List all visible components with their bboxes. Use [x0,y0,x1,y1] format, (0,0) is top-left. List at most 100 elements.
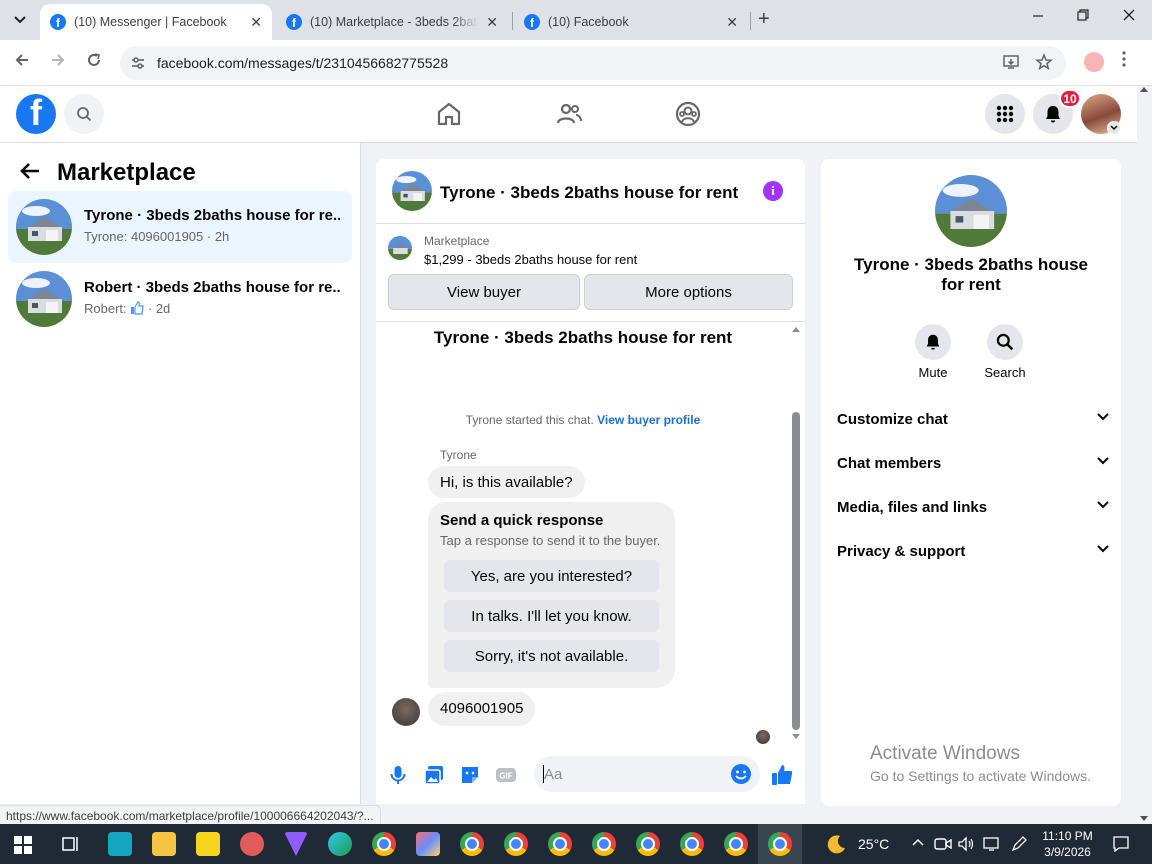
quick-response-not-available-button[interactable]: Sorry, it's not available. [444,640,659,672]
quick-response-card: Send a quick response Tap a response to … [428,502,675,688]
listing-avatar[interactable] [935,175,1007,247]
speaker-icon[interactable] [957,836,975,852]
sticker-icon[interactable] [458,763,482,787]
browser-profile-avatar[interactable] [1084,52,1104,72]
chat-details-panel: Tyrone · 3beds 2baths house for rent Mut… [821,159,1121,806]
gif-icon[interactable]: GIF [494,763,518,787]
file-explorer-icon[interactable] [152,832,176,856]
section-chat-members[interactable]: Chat members [837,455,1109,479]
photo-icon[interactable] [422,763,446,787]
browser-tab-marketplace[interactable]: f (10) Marketplace - 3beds 2baths ✕ [276,4,508,40]
conversation-item-robert[interactable]: Robert · 3beds 2baths house for re... Ro… [8,263,352,335]
copilot-icon[interactable] [416,832,440,856]
minimize-icon[interactable] [1028,8,1048,25]
thumbs-up-icon[interactable] [770,763,794,787]
scroll-up-icon[interactable] [792,326,800,332]
network-icon[interactable] [983,836,1001,852]
scroll-down-icon[interactable] [1140,816,1148,822]
listing-thumbnail[interactable] [392,171,432,211]
thread-scrollbar[interactable] [790,322,802,746]
app-icon[interactable] [284,832,308,856]
home-icon[interactable] [435,100,463,128]
address-bar[interactable]: facebook.com/messages/t/2310456682775528 [120,46,1066,80]
details-title: Tyrone · 3beds 2baths house for rent [854,255,1088,294]
search-conversation-button[interactable]: Search [970,324,1040,380]
emoji-icon[interactable] [730,763,752,785]
browser-tab-facebook[interactable]: f (10) Facebook ✕ [514,4,748,40]
close-icon[interactable]: ✕ [726,14,738,31]
section-privacy-support[interactable]: Privacy & support [837,543,1109,567]
taskbar-clock[interactable]: 11:10 PM 3/9/2026 [1040,828,1095,860]
notification-center-icon[interactable] [1112,835,1130,853]
scroll-down-icon[interactable] [792,734,800,740]
app-icon[interactable] [108,832,132,856]
conversation-item-tyrone[interactable]: Tyrone · 3beds 2baths house for re... Ty… [8,191,352,263]
chrome-profile-icon[interactable] [504,832,528,856]
quick-response-yes-button[interactable]: Yes, are you interested? [444,560,659,592]
weather-temperature[interactable]: 25°C [858,836,889,852]
tab-search-button[interactable] [6,6,34,34]
back-arrow-icon[interactable] [11,52,33,73]
reload-icon[interactable] [83,52,105,73]
chrome-profile-icon[interactable] [636,832,660,856]
message-input[interactable]: Aa [534,756,760,792]
message-bubble[interactable]: 4096001905 [428,692,536,726]
message-bubble[interactable]: Hi, is this available? [428,466,585,498]
friends-icon[interactable] [555,100,583,128]
chrome-profile-icon[interactable] [460,832,484,856]
paint-icon[interactable] [240,832,264,856]
browser-tab-messenger[interactable]: f (10) Messenger | Facebook ✕ [40,4,272,40]
view-buyer-profile-link[interactable]: View buyer profile [597,413,700,427]
facebook-search-button[interactable] [64,94,104,134]
menu-grid-button[interactable] [985,94,1025,134]
conversation-name: Robert · 3beds 2baths house for re... [84,279,340,296]
listing-price-title[interactable]: $1,299 - 3beds 2baths house for rent [424,252,637,267]
camera-icon[interactable] [934,836,952,852]
bookmark-star-icon[interactable] [1035,52,1053,76]
restore-icon[interactable] [1073,8,1093,25]
forward-arrow-icon[interactable] [47,52,69,73]
groups-icon[interactable] [674,100,702,128]
info-icon[interactable]: i [763,181,783,201]
moon-weather-icon[interactable] [826,833,848,855]
active-taskbar-item[interactable] [758,824,802,864]
section-media-files-links[interactable]: Media, files and links [837,499,1109,523]
chevron-down-icon [1097,545,1109,553]
mute-button[interactable]: Mute [898,324,968,380]
chrome-profile-icon[interactable] [548,832,572,856]
facebook-logo-icon[interactable]: f [16,94,56,134]
window-close-icon[interactable] [1119,8,1139,25]
more-options-button[interactable]: More options [584,274,793,310]
chat-title[interactable]: Tyrone · 3beds 2baths house for rent [440,183,738,203]
sender-avatar[interactable] [392,698,420,726]
chevron-down-icon[interactable] [1107,121,1121,135]
page-scrollbar[interactable] [1137,86,1152,824]
microphone-icon[interactable] [386,763,410,787]
sticky-notes-icon[interactable] [196,832,220,856]
close-icon[interactable]: ✕ [486,14,498,31]
browser-menu-icon[interactable] [1122,51,1126,72]
chrome-profile-icon[interactable] [592,832,616,856]
section-customize-chat[interactable]: Customize chat [837,411,1109,435]
install-app-icon[interactable] [1002,53,1020,76]
close-icon[interactable]: ✕ [250,14,262,31]
edge-icon[interactable] [328,832,352,856]
thread-title: Tyrone · 3beds 2baths house for rent [433,328,733,347]
pen-icon[interactable] [1010,835,1028,853]
scrollbar-thumb[interactable] [792,412,800,730]
chevron-up-icon[interactable] [912,838,924,846]
chrome-profile-icon[interactable] [724,832,748,856]
quick-response-in-talks-button[interactable]: In talks. I'll let you know. [444,600,659,632]
task-view-icon[interactable] [61,834,81,854]
chrome-profile-icon[interactable] [680,832,704,856]
sender-name: Tyrone [440,448,477,462]
chrome-icon[interactable] [372,832,396,856]
windows-start-icon[interactable] [14,836,32,854]
back-arrow-icon[interactable] [20,159,40,187]
chat-panel: Tyrone · 3beds 2baths house for rent i M… [376,159,805,804]
new-tab-button[interactable]: + [758,8,770,31]
scroll-up-icon[interactable] [1140,86,1148,92]
view-buyer-button[interactable]: View buyer [388,274,580,310]
started-text: Tyrone started this chat. [465,413,594,427]
site-settings-icon[interactable] [130,55,146,71]
